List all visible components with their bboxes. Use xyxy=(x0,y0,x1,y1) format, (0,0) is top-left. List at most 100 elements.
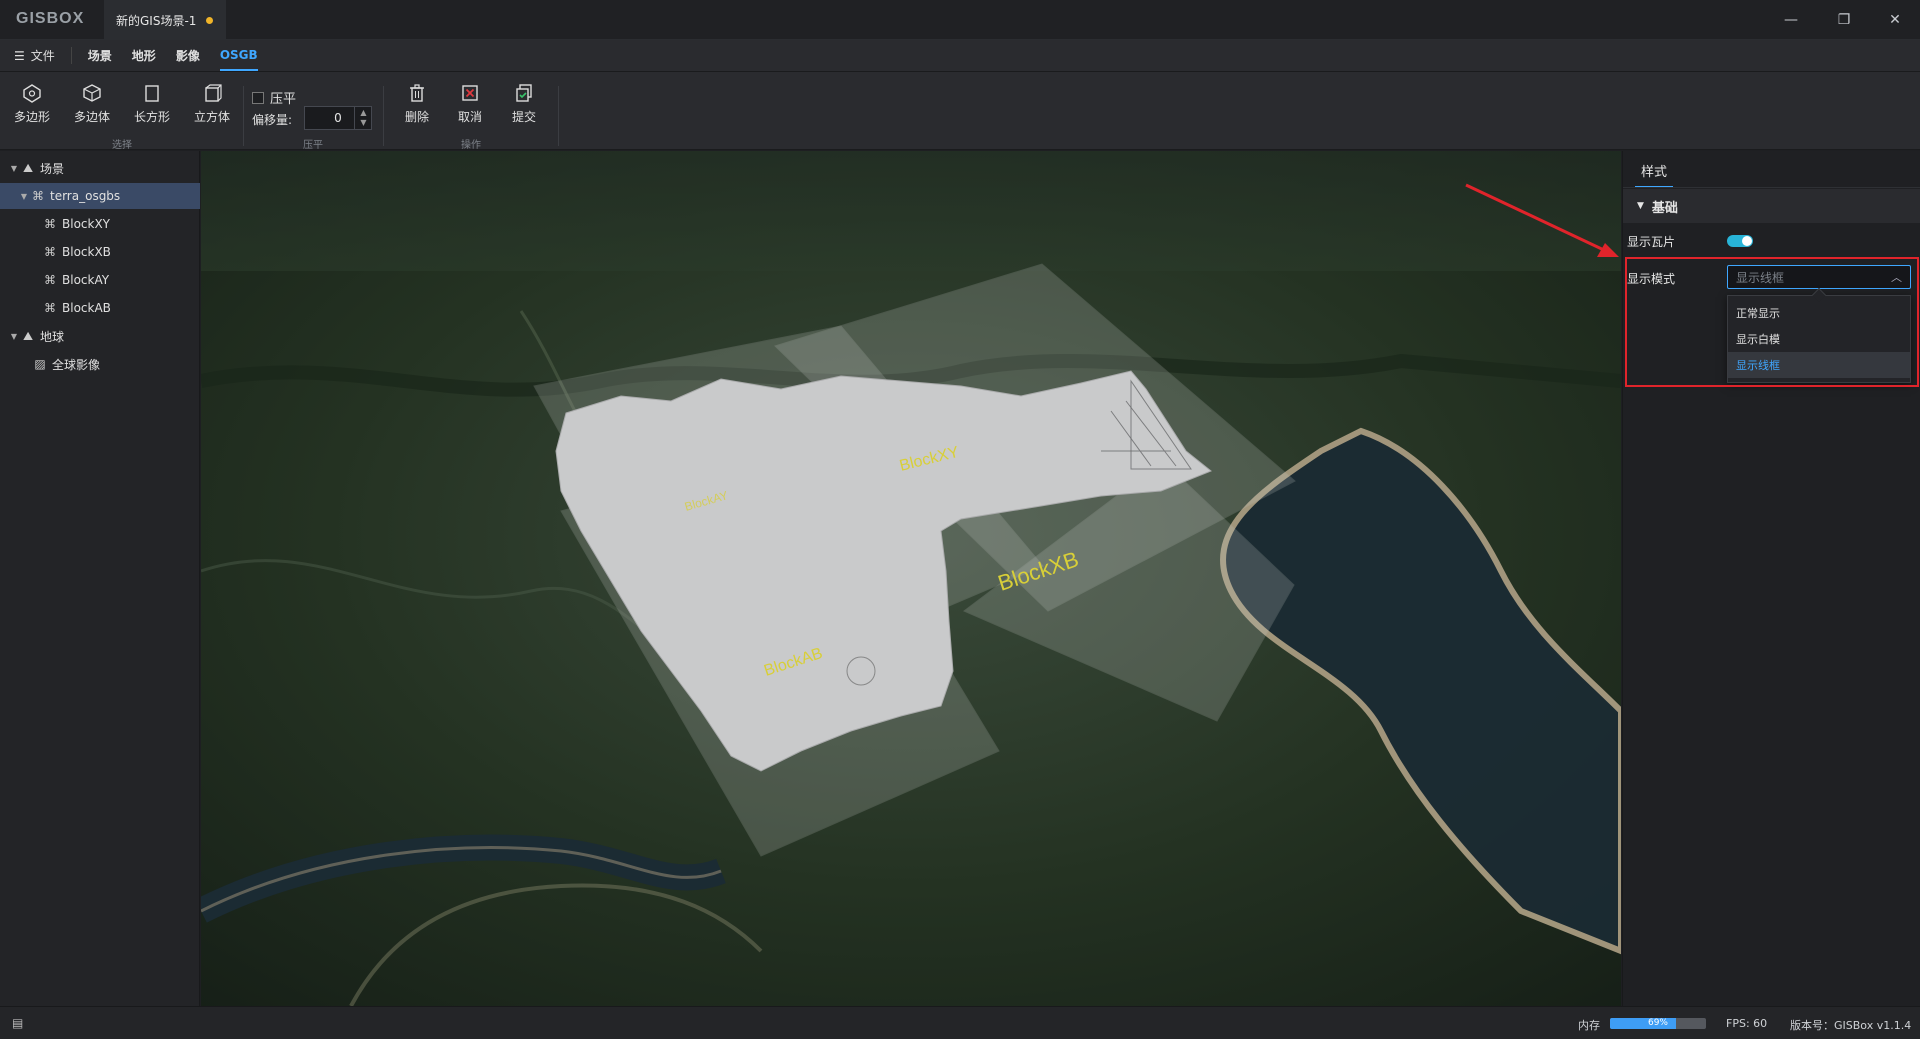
maximize-button[interactable]: ❐ xyxy=(1829,8,1859,32)
block-icon: ⌘ xyxy=(44,217,56,231)
group-divider xyxy=(243,86,244,146)
polyhedron-icon xyxy=(83,84,101,102)
imagery-icon: ▨ xyxy=(34,357,46,371)
annotation-highlight-box xyxy=(1625,257,1919,387)
document-tab[interactable]: 新的GIS场景-1 xyxy=(104,0,226,40)
title-bar: GISBOX 新的GIS场景-1 — ❐ ✕ xyxy=(0,0,1920,40)
caret-down-icon[interactable]: ▼ xyxy=(8,332,20,341)
cancel-button[interactable]: 取消 xyxy=(444,82,496,125)
tab-osgb[interactable]: OSGB xyxy=(219,41,258,71)
flatten-checkbox[interactable]: 压平 xyxy=(252,88,296,107)
tab-terrain[interactable]: 地形 xyxy=(132,40,156,71)
rectangle-tool-label: 长方形 xyxy=(133,110,170,124)
tab-style[interactable]: 样式 xyxy=(1635,161,1673,188)
fps-readout: FPS: 60 xyxy=(1726,1017,1768,1030)
submit-label: 提交 xyxy=(511,110,536,124)
show-tiles-label: 显示瓦片 xyxy=(1627,235,1676,249)
polygon-tool-button[interactable]: 多边形 xyxy=(6,82,58,125)
tree-node-scene[interactable]: ▼ ⛰ 场景 xyxy=(0,155,200,181)
chevron-up-icon[interactable]: ▲ xyxy=(360,108,366,118)
memory-percent: 69% xyxy=(1647,1018,1668,1028)
tree-node-block[interactable]: ⌘ BlockAY xyxy=(0,267,200,293)
polyhedron-tool-label: 多边体 xyxy=(73,110,110,124)
file-menu[interactable]: ☰ 文件 xyxy=(14,47,72,64)
cancel-icon xyxy=(462,85,478,101)
offset-value: 0 xyxy=(334,111,342,125)
mountain-icon: ⛰ xyxy=(22,160,34,175)
tree-node-block[interactable]: ⌘ BlockAB xyxy=(0,295,200,321)
section-basic[interactable]: ▼ 基础 xyxy=(1623,189,1920,223)
layer-icon: ⌘ xyxy=(32,189,44,203)
tree-node-label: BlockAB xyxy=(62,301,111,315)
submit-button[interactable]: 提交 xyxy=(498,82,550,125)
minimize-button[interactable]: — xyxy=(1776,8,1806,32)
properties-panel: 样式 ▼ 基础 显示瓦片 显示模式 显示线框 ︿ 正常显示 显示白模 显示线框 xyxy=(1622,151,1920,1006)
offset-label: 偏移量: xyxy=(252,113,293,127)
block-icon: ⌘ xyxy=(44,245,56,259)
tree-node-label: BlockXY xyxy=(62,217,111,231)
caret-down-icon[interactable]: ▼ xyxy=(1637,201,1644,211)
status-bar: ▤ 内存 69% FPS: 60 版本号：GISBox v1.1.4 xyxy=(0,1006,1920,1039)
caret-down-icon[interactable]: ▼ xyxy=(18,192,30,201)
section-title: 基础 xyxy=(1651,200,1678,216)
memory-label: 内存 xyxy=(1578,1019,1600,1032)
operate-group-label: 操作 xyxy=(461,140,481,151)
offset-stepper[interactable]: ▲ ▼ xyxy=(354,106,372,130)
show-tiles-toggle[interactable] xyxy=(1727,235,1753,247)
caret-down-icon[interactable]: ▼ xyxy=(8,164,20,173)
menu-bar: ☰ 文件 场景 地形 影像 OSGB xyxy=(0,40,1920,72)
tree-node-label: 全球影像 xyxy=(52,357,101,372)
polygon-tool-label: 多边形 xyxy=(13,110,50,124)
group-divider xyxy=(383,86,384,146)
select-group-label: 选择 xyxy=(112,140,132,151)
hamburger-icon: ☰ xyxy=(14,48,25,63)
tree-node-label: BlockAY xyxy=(62,273,110,287)
file-menu-label: 文件 xyxy=(30,49,55,63)
tree-node-label: 场景 xyxy=(40,161,65,176)
chevron-down-icon[interactable]: ▼ xyxy=(360,118,366,128)
tree-node-earth[interactable]: ▼ ⛰ 地球 xyxy=(0,323,200,349)
tree-node-terra-osgbs[interactable]: ▼ ⌘ terra_osgbs xyxy=(0,183,200,209)
terrain-ridge-band xyxy=(201,151,1621,271)
tree-node-label: BlockXB xyxy=(62,245,111,259)
flatten-checkbox-label: 压平 xyxy=(270,92,297,107)
rectangle-icon xyxy=(145,85,159,102)
unsaved-indicator-icon xyxy=(206,16,214,24)
document-tab-label: 新的GIS场景-1 xyxy=(116,13,197,28)
tree-node-block[interactable]: ⌘ BlockXB xyxy=(0,239,200,265)
mountain-icon: ⛰ xyxy=(22,328,34,343)
tab-scene[interactable]: 场景 xyxy=(88,40,112,71)
block-icon: ⌘ xyxy=(44,301,56,315)
memory-bar: 69% xyxy=(1610,1018,1706,1029)
log-icon[interactable]: ▤ xyxy=(12,1016,23,1030)
cube-tool-button[interactable]: 立方体 xyxy=(186,82,238,125)
submit-icon xyxy=(516,84,532,102)
tree-node-label: terra_osgbs xyxy=(50,189,121,203)
cube-tool-label: 立方体 xyxy=(193,110,230,124)
tab-imagery[interactable]: 影像 xyxy=(176,40,200,71)
polyhedron-tool-button[interactable]: 多边体 xyxy=(66,82,118,125)
app-logo: GISBOX xyxy=(16,10,85,27)
close-button[interactable]: ✕ xyxy=(1880,8,1910,32)
tree-node-label: 地球 xyxy=(40,329,65,344)
group-divider xyxy=(558,86,559,146)
flatten-checkbox-box[interactable] xyxy=(252,91,264,104)
tree-node-block[interactable]: ⌘ BlockXY xyxy=(0,211,200,237)
delete-label: 删除 xyxy=(404,110,429,124)
ribbon-toolbar: 多边形 多边体 长方形 立方体 选择 压平 偏移量: 0 ▲ ▼ 压平 删除 取… xyxy=(0,72,1920,151)
polygon-icon xyxy=(23,84,41,103)
trash-icon xyxy=(410,84,424,102)
tab-divider xyxy=(1623,187,1920,188)
terrain-scene[interactable]: BlockXY BlockXB BlockAB BlockAY xyxy=(201,151,1621,1006)
tree-node-global-imagery[interactable]: ▨ 全球影像 xyxy=(0,351,200,377)
cancel-label: 取消 xyxy=(457,110,482,124)
version-label: 版本号：GISBox v1.1.4 xyxy=(1790,1019,1912,1032)
cube-icon xyxy=(205,84,222,102)
scene-tree-panel: ▼ ⛰ 场景 ▼ ⌘ terra_osgbs ⌘ BlockXY ⌘ Block… xyxy=(0,151,200,1006)
delete-button[interactable]: 删除 xyxy=(391,82,443,125)
toggle-knob xyxy=(1742,236,1752,246)
rectangle-tool-button[interactable]: 长方形 xyxy=(126,82,178,125)
flatten-group-label: 压平 xyxy=(303,140,323,151)
map-viewport[interactable]: BlockXY BlockXB BlockAB BlockAY xyxy=(201,151,1621,1006)
block-icon: ⌘ xyxy=(44,273,56,287)
